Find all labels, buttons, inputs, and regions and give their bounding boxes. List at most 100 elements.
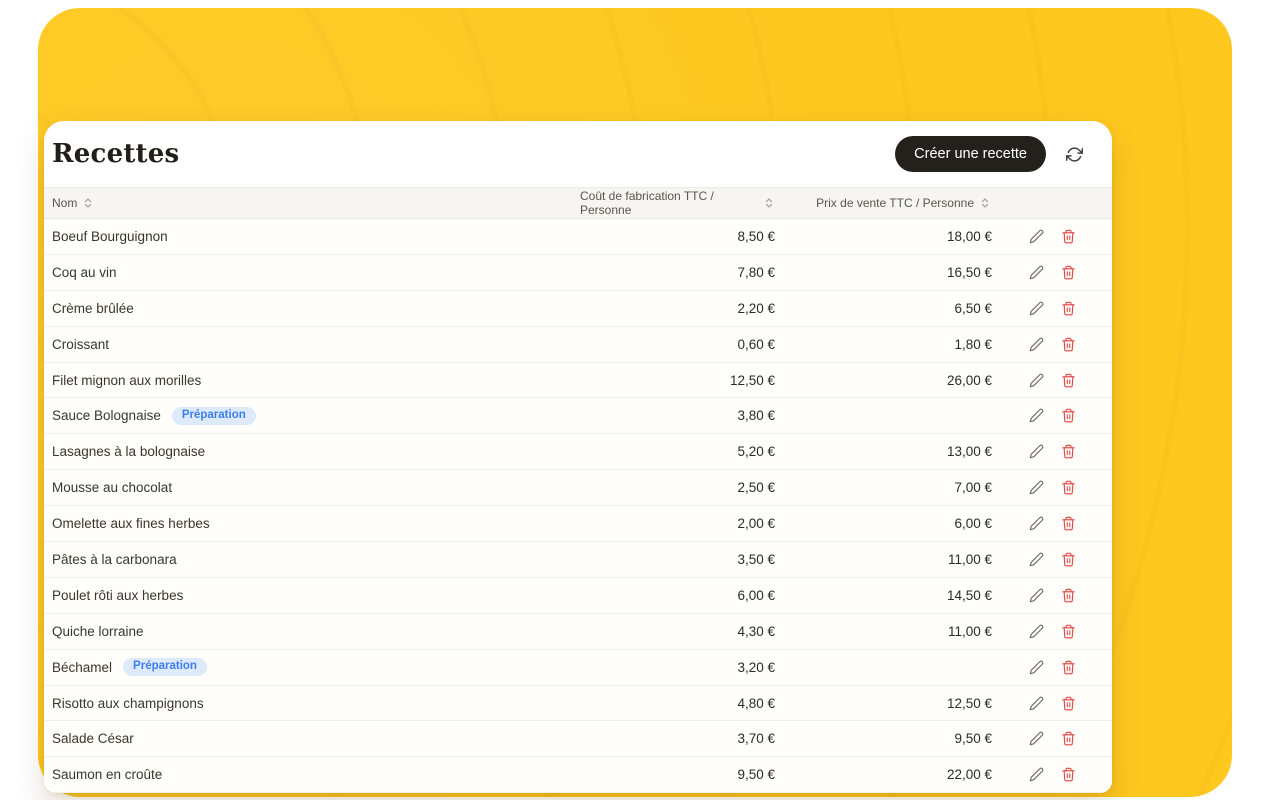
price-value: 9,50 € — [780, 731, 996, 746]
pencil-icon[interactable] — [1028, 444, 1044, 460]
table-row: Poulet rôti aux herbes 6,00 € 14,50 € — [44, 578, 1112, 614]
refresh-icon[interactable] — [1064, 144, 1084, 164]
column-header-cout[interactable]: Coût de fabrication TTC / Personne — [580, 189, 780, 217]
table-row: Quiche lorraine 4,30 € 11,00 € — [44, 614, 1112, 650]
pencil-icon[interactable] — [1028, 264, 1044, 280]
trash-icon[interactable] — [1060, 264, 1076, 280]
pencil-icon[interactable] — [1028, 767, 1044, 783]
table-row: Saumon en croûte 9,50 € 22,00 € — [44, 757, 1112, 793]
price-value: 11,00 € — [780, 624, 996, 639]
pencil-icon[interactable] — [1028, 480, 1044, 496]
recipe-name: Quiche lorraine — [52, 624, 144, 639]
pencil-icon[interactable] — [1028, 300, 1044, 316]
sort-chevrons-icon — [763, 197, 775, 209]
column-header-prix[interactable]: Prix de vente TTC / Personne — [780, 196, 996, 210]
pencil-icon[interactable] — [1028, 372, 1044, 388]
column-header-label: Prix de vente TTC / Personne — [816, 196, 974, 210]
trash-icon[interactable] — [1060, 480, 1076, 496]
card-header: Recettes Créer une recette — [44, 121, 1112, 187]
price-value: 12,50 € — [780, 696, 996, 711]
price-value: 22,00 € — [780, 767, 996, 782]
recipe-name: Crème brûlée — [52, 301, 134, 316]
pencil-icon[interactable] — [1028, 516, 1044, 532]
pencil-icon[interactable] — [1028, 587, 1044, 603]
page-title: Recettes — [52, 139, 179, 169]
trash-icon[interactable] — [1060, 623, 1076, 639]
trash-icon[interactable] — [1060, 516, 1076, 532]
recipe-name: Saumon en croûte — [52, 767, 162, 782]
trash-icon[interactable] — [1060, 731, 1076, 747]
pencil-icon[interactable] — [1028, 731, 1044, 747]
table-row: Croissant 0,60 € 1,80 € — [44, 327, 1112, 363]
trash-icon[interactable] — [1060, 336, 1076, 352]
preparation-badge: Préparation — [172, 407, 256, 426]
recipe-name: Lasagnes à la bolognaise — [52, 444, 205, 459]
cost-value: 3,70 € — [580, 731, 780, 746]
recipe-name: Risotto aux champignons — [52, 696, 204, 711]
price-value: 1,80 € — [780, 337, 996, 352]
trash-icon[interactable] — [1060, 695, 1076, 711]
cost-value: 2,50 € — [580, 480, 780, 495]
price-value: 6,50 € — [780, 301, 996, 316]
recipe-name: Omelette aux fines herbes — [52, 516, 210, 531]
table-row: Pâtes à la carbonara 3,50 € 11,00 € — [44, 542, 1112, 578]
sort-chevrons-icon — [979, 197, 991, 209]
recipe-name: Croissant — [52, 337, 109, 352]
recipe-name: Mousse au chocolat — [52, 480, 172, 495]
table-body: Boeuf Bourguignon 8,50 € 18,00 € — [44, 219, 1112, 793]
table-row: Lasagnes à la bolognaise 5,20 € 13,00 € — [44, 434, 1112, 470]
price-value: 16,50 € — [780, 265, 996, 280]
cost-value: 8,50 € — [580, 229, 780, 244]
price-value: 6,00 € — [780, 516, 996, 531]
create-recipe-button[interactable]: Créer une recette — [895, 136, 1046, 172]
pencil-icon[interactable] — [1028, 408, 1044, 424]
cost-value: 3,80 € — [580, 408, 780, 423]
trash-icon[interactable] — [1060, 659, 1076, 675]
column-header-nom[interactable]: Nom — [52, 196, 580, 210]
header-actions: Créer une recette — [895, 136, 1084, 172]
cost-value: 4,80 € — [580, 696, 780, 711]
table-row: Boeuf Bourguignon 8,50 € 18,00 € — [44, 219, 1112, 255]
recipe-name: Sauce Bolognaise — [52, 408, 161, 423]
cost-value: 2,00 € — [580, 516, 780, 531]
pencil-icon[interactable] — [1028, 336, 1044, 352]
trash-icon[interactable] — [1060, 372, 1076, 388]
trash-icon[interactable] — [1060, 300, 1076, 316]
pencil-icon[interactable] — [1028, 623, 1044, 639]
recipe-name: Filet mignon aux morilles — [52, 373, 201, 388]
page-background: Recettes Créer une recette Nom — [0, 0, 1272, 800]
recipe-name: Coq au vin — [52, 265, 117, 280]
cost-value: 0,60 € — [580, 337, 780, 352]
sort-chevrons-icon — [82, 197, 94, 209]
pencil-icon[interactable] — [1028, 695, 1044, 711]
trash-icon[interactable] — [1060, 228, 1076, 244]
pencil-icon[interactable] — [1028, 228, 1044, 244]
trash-icon[interactable] — [1060, 408, 1076, 424]
table-row: Risotto aux champignons 4,80 € 12,50 € — [44, 686, 1112, 722]
recipe-name: Salade César — [52, 731, 134, 746]
price-value: 26,00 € — [780, 373, 996, 388]
trash-icon[interactable] — [1060, 587, 1076, 603]
pencil-icon[interactable] — [1028, 551, 1044, 567]
column-header-label: Nom — [52, 196, 77, 210]
trash-icon[interactable] — [1060, 767, 1076, 783]
price-value: 7,00 € — [780, 480, 996, 495]
table-row: Omelette aux fines herbes 2,00 € 6,00 € — [44, 506, 1112, 542]
preparation-badge: Préparation — [123, 658, 207, 677]
recipe-name: Boeuf Bourguignon — [52, 229, 168, 244]
recipes-card: Recettes Créer une recette Nom — [44, 121, 1112, 793]
cost-value: 3,20 € — [580, 660, 780, 675]
pencil-icon[interactable] — [1028, 659, 1044, 675]
trash-icon[interactable] — [1060, 444, 1076, 460]
table-row: Crème brûlée 2,20 € 6,50 € — [44, 291, 1112, 327]
recipe-name: Poulet rôti aux herbes — [52, 588, 183, 603]
price-value: 11,00 € — [780, 552, 996, 567]
table-row: Sauce Bolognaise Préparation 3,80 € — [44, 398, 1112, 434]
price-value: 18,00 € — [780, 229, 996, 244]
table-row: Mousse au chocolat 2,50 € 7,00 € — [44, 470, 1112, 506]
table-row: Salade César 3,70 € 9,50 € — [44, 721, 1112, 757]
table-row: Coq au vin 7,80 € 16,50 € — [44, 255, 1112, 291]
price-value: 13,00 € — [780, 444, 996, 459]
table-row: Filet mignon aux morilles 12,50 € 26,00 … — [44, 363, 1112, 399]
trash-icon[interactable] — [1060, 551, 1076, 567]
